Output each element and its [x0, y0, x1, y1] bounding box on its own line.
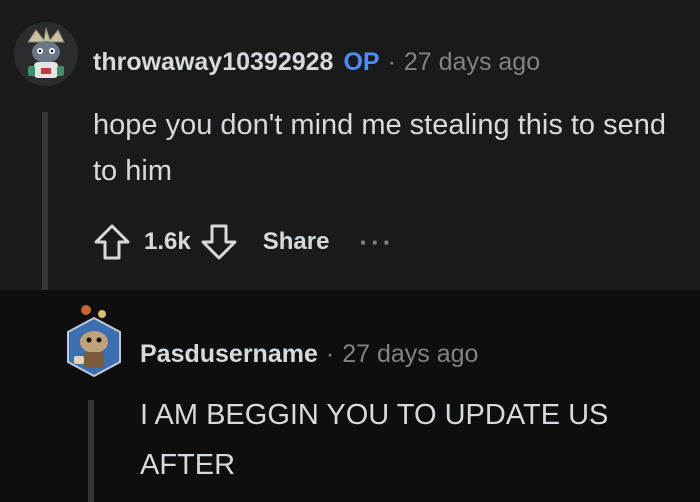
more-options-button[interactable]: ··· — [359, 229, 394, 255]
meta-separator: · — [325, 339, 335, 368]
downvote-arrow-icon — [201, 224, 237, 260]
downvote-button[interactable] — [197, 220, 241, 264]
comment-meta: Pasdusername · 27 days ago — [140, 336, 478, 372]
thread-line[interactable] — [88, 400, 94, 502]
comment-op: throwaway10392928 OP · 27 days ago hope … — [0, 0, 700, 290]
author-link[interactable]: Pasdusername — [140, 340, 318, 369]
avatar[interactable] — [14, 22, 78, 86]
snoo-avatar-icon — [14, 22, 78, 86]
timestamp[interactable]: 27 days ago — [404, 48, 540, 77]
avatar[interactable] — [62, 300, 126, 384]
vote-score: 1.6k — [144, 228, 191, 255]
snoo-avatar-icon — [67, 305, 121, 378]
thread-line[interactable] — [42, 112, 48, 290]
author-link[interactable]: throwaway10392928 — [93, 48, 333, 77]
share-button[interactable]: Share — [263, 228, 330, 256]
upvote-button[interactable] — [90, 220, 134, 264]
comment-actions: 1.6k Share ··· — [90, 220, 394, 264]
comment-body: hope you don't mind me stealing this to … — [93, 109, 667, 187]
upvote-arrow-icon — [94, 224, 130, 260]
comment-meta: throwaway10392928 OP · 27 days ago — [93, 44, 540, 80]
op-badge: OP — [343, 47, 380, 76]
meta-separator: · — [387, 47, 396, 76]
timestamp[interactable]: 27 days ago — [342, 340, 478, 369]
comment-body: I AM BEGGIN YOU TO UPDATE US AFTER — [140, 399, 609, 481]
